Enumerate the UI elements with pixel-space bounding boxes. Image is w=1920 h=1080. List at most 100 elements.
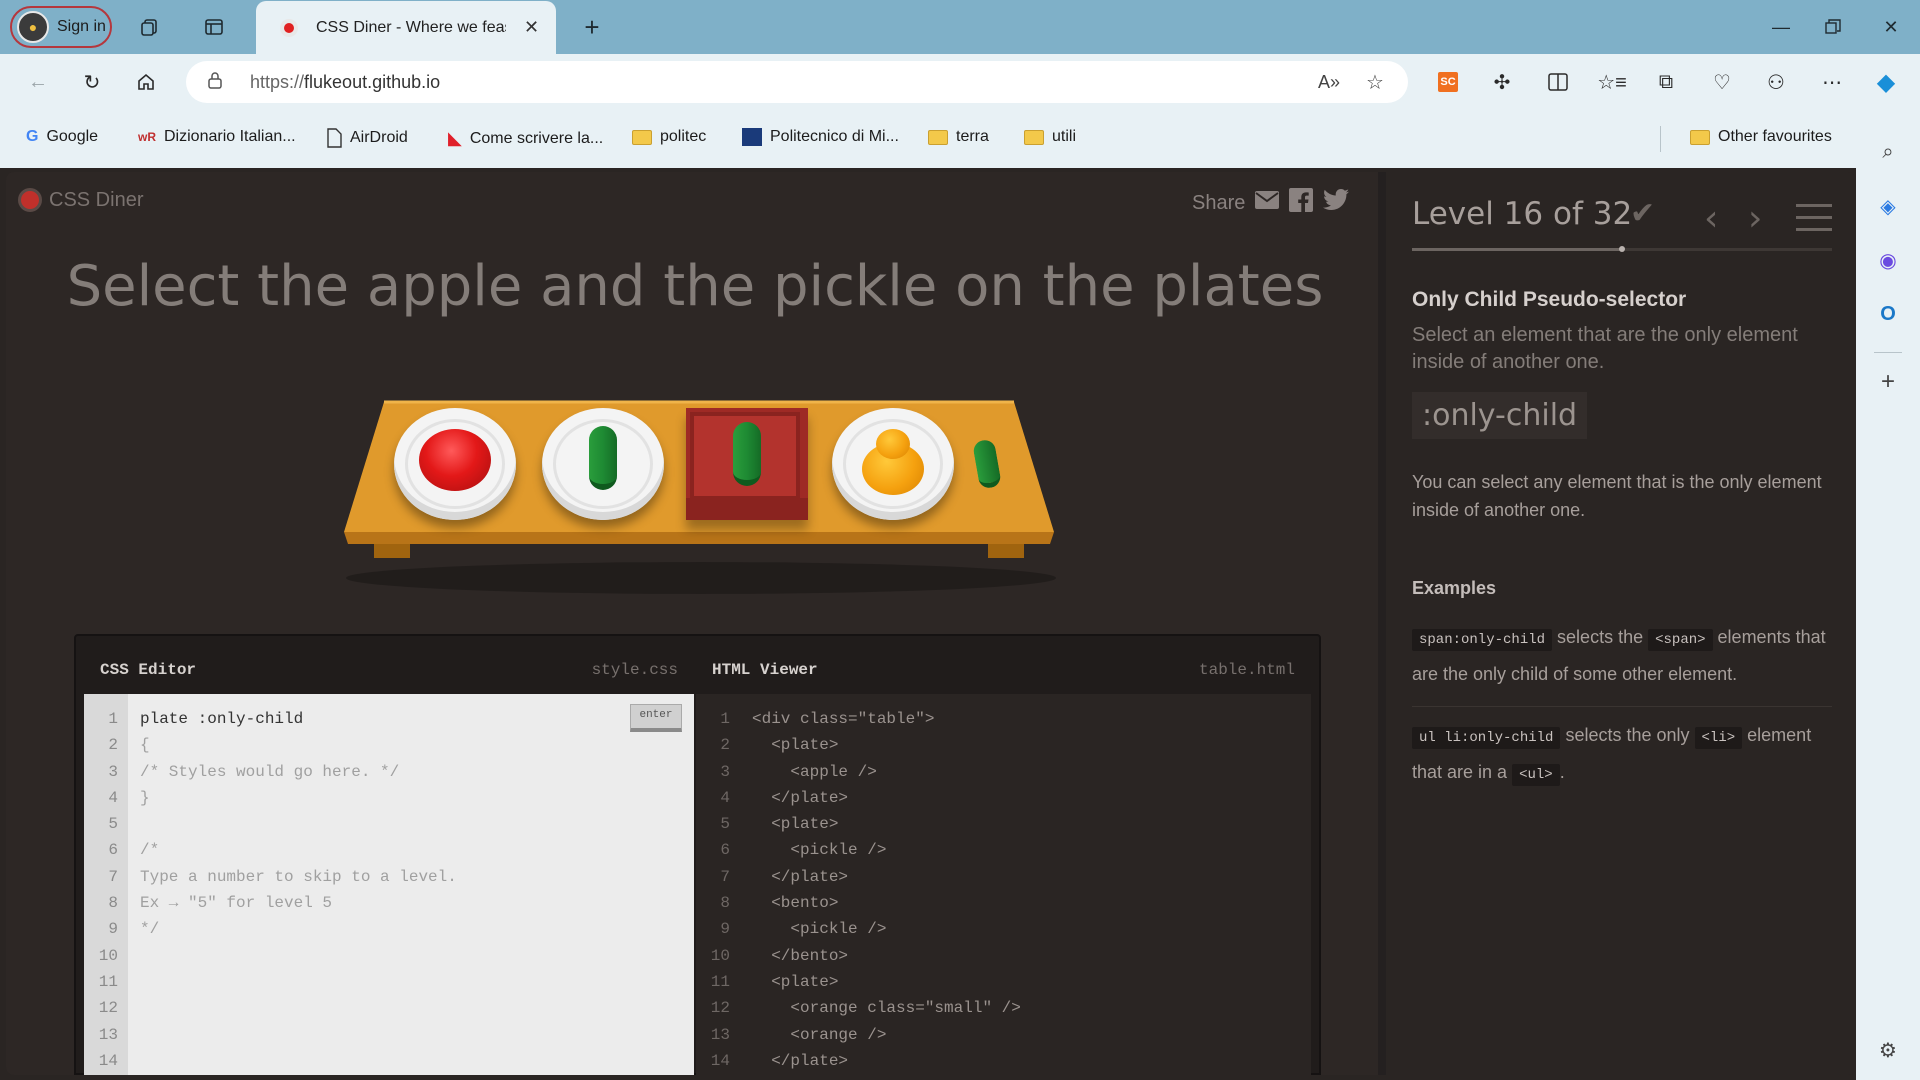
html-line-numbers: 1 2 3 4 5 6 7 8 9 10 11 12 13 14 xyxy=(696,694,740,1075)
panel-divider[interactable] xyxy=(1378,172,1386,1075)
bookmark-terra[interactable]: terra xyxy=(928,128,989,146)
previous-level-icon[interactable]: ‹ xyxy=(1704,198,1718,239)
pickle-in-bento[interactable] xyxy=(733,422,761,486)
email-icon[interactable] xyxy=(1255,191,1280,215)
share-label: Share xyxy=(1192,191,1246,214)
bookmark-dizionario[interactable]: wR Dizionario Italian... xyxy=(138,128,296,146)
html-line[interactable]: <div class="table"> xyxy=(752,706,1021,732)
html-line[interactable]: <pickle /> xyxy=(752,916,1021,942)
new-tab-icon[interactable]: + xyxy=(574,9,610,45)
close-tab-icon[interactable]: ✕ xyxy=(524,17,539,38)
favourites-icon[interactable]: ☆≡ xyxy=(1594,64,1630,100)
add-sidebar-app-icon[interactable]: + xyxy=(1872,366,1904,398)
css-line-numbers: 1 2 3 4 5 6 7 8 9 10 11 12 13 14 xyxy=(84,694,128,1075)
tab-css-diner[interactable]: CSS Diner - Where we feast ✕ xyxy=(256,1,556,54)
bookmark-other-favourites[interactable]: Other favourites xyxy=(1690,128,1832,146)
html-line[interactable]: <orange class="small" /> xyxy=(752,995,1020,1021)
search-icon[interactable]: ⌕ xyxy=(1872,136,1904,168)
css-selector-input[interactable]: plate :only-child xyxy=(140,706,457,732)
html-line[interactable]: <plate> xyxy=(752,732,1021,758)
example-code: <span> xyxy=(1648,629,1713,651)
html-line[interactable]: <bento> xyxy=(752,890,1021,916)
orange-small[interactable] xyxy=(876,429,910,459)
css-diner-page: CSS Diner Share Select the apple and the… xyxy=(6,172,1856,1075)
lock-icon[interactable] xyxy=(208,71,232,94)
tab-actions-icon[interactable] xyxy=(196,9,232,45)
html-line[interactable]: <apple /> xyxy=(752,759,1021,785)
plate-apple[interactable] xyxy=(394,408,516,520)
apple[interactable] xyxy=(419,429,491,491)
html-line[interactable]: <orange /> xyxy=(752,1022,1021,1048)
flag-icon: ◣ xyxy=(448,128,462,148)
bento-box[interactable] xyxy=(686,408,808,520)
bookmark-utili[interactable]: utili xyxy=(1024,128,1076,146)
html-line[interactable]: <plate> xyxy=(752,969,1021,995)
html-code-lines: <div class="table"> <plate> <apple /> </… xyxy=(752,694,1021,1074)
logo-text: CSS Diner xyxy=(49,188,144,211)
html-line[interactable]: <plate> xyxy=(752,811,1021,837)
html-file-name: table.html xyxy=(1198,661,1295,679)
settings-gear-icon[interactable]: ⚙ xyxy=(1872,1034,1904,1066)
game-area: CSS Diner Share Select the apple and the… xyxy=(6,172,1384,1075)
example-code: <li> xyxy=(1694,727,1743,749)
browser-essentials-icon[interactable]: ♡ xyxy=(1704,64,1740,100)
bookmark-politec[interactable]: politec xyxy=(632,128,706,146)
bento-lip xyxy=(686,498,808,520)
favourite-star-icon[interactable]: ☆ xyxy=(1366,70,1384,95)
example-text: selects the only xyxy=(1565,725,1690,745)
level-menu-icon[interactable] xyxy=(1796,204,1832,240)
bookmarks-bar: G Google wR Dizionario Italian... AirDro… xyxy=(0,110,1920,168)
selector-title: Select an element that are the only elem… xyxy=(1412,324,1798,373)
split-screen-icon[interactable] xyxy=(1540,64,1576,100)
polimi-icon xyxy=(742,128,762,146)
level-progress-knob xyxy=(1619,246,1625,252)
bookmark-label: Politecnico di Mi... xyxy=(770,128,899,145)
plate-oranges[interactable] xyxy=(832,408,954,520)
plate-inner xyxy=(553,419,653,509)
refresh-icon[interactable]: ↻ xyxy=(74,64,110,100)
enter-button[interactable]: enter xyxy=(630,704,682,732)
bookmark-politecnico[interactable]: Politecnico di Mi... xyxy=(742,128,899,146)
bookmark-come-scrivere[interactable]: ◣ Come scrivere la... xyxy=(448,128,603,149)
html-line[interactable]: </plate> xyxy=(752,864,1021,890)
bookmark-airdroid[interactable]: AirDroid xyxy=(326,128,408,148)
close-window-icon[interactable]: ✕ xyxy=(1866,8,1916,46)
share-profile-icon[interactable]: ⚇ xyxy=(1758,64,1794,100)
bookmark-google[interactable]: G Google xyxy=(26,128,98,146)
example-code: <ul> xyxy=(1512,764,1560,786)
back-icon[interactable]: ← xyxy=(20,64,56,100)
extension-sc-icon[interactable]: SC xyxy=(1430,64,1466,100)
collections-icon[interactable]: ⧉ xyxy=(1648,64,1684,100)
html-line[interactable]: </plate> xyxy=(752,1048,1021,1074)
more-menu-icon[interactable]: ⋯ xyxy=(1814,64,1850,100)
home-icon[interactable] xyxy=(128,64,164,100)
code-line: */ xyxy=(140,920,160,939)
html-line[interactable]: </bento> xyxy=(752,943,1021,969)
examples-divider xyxy=(1412,706,1832,707)
copilot-sidebar-icon[interactable]: ◉ xyxy=(1872,244,1904,276)
address-bar[interactable]: https://flukeout.github.io A» ☆ xyxy=(186,61,1408,103)
outlook-icon[interactable]: O xyxy=(1872,298,1904,330)
facebook-icon[interactable] xyxy=(1289,188,1314,218)
html-line[interactable]: <pickle /> xyxy=(752,837,1021,863)
pickle-on-plate[interactable] xyxy=(589,426,617,490)
workspaces-icon[interactable] xyxy=(132,9,168,45)
extensions-puzzle-icon[interactable]: ✣ xyxy=(1484,64,1520,100)
minimize-icon[interactable]: — xyxy=(1756,8,1806,46)
level-info-panel: Level 16 of 32 ✔ ‹ › Only Child Pseudo-s… xyxy=(1386,172,1856,1075)
css-code-lines[interactable]: plate :only-child { /* Styles would go h… xyxy=(140,694,457,943)
tab-title: CSS Diner - Where we feast xyxy=(316,18,506,36)
twitter-icon[interactable] xyxy=(1323,189,1350,217)
next-level-icon[interactable]: › xyxy=(1748,198,1762,239)
sign-in-button[interactable]: ● Sign in xyxy=(10,6,112,48)
read-aloud-icon[interactable]: A» xyxy=(1318,72,1340,93)
restore-icon[interactable] xyxy=(1808,8,1858,46)
shopping-tag-icon[interactable]: ◈ xyxy=(1872,190,1904,222)
plate-pickle[interactable] xyxy=(542,408,664,520)
browser-toolbar: ← ↻ https://flukeout.github.io A» ☆ SC ✣… xyxy=(0,54,1920,110)
css-input-area[interactable]: 1 2 3 4 5 6 7 8 9 10 11 12 13 14 plate :only-child { … xyxy=(84,694,694,1075)
copilot-icon[interactable]: ◆ xyxy=(1868,64,1904,100)
html-line[interactable]: </plate> xyxy=(752,785,1021,811)
avatar: ● xyxy=(17,11,49,43)
css-diner-logo[interactable]: CSS Diner xyxy=(18,188,143,212)
